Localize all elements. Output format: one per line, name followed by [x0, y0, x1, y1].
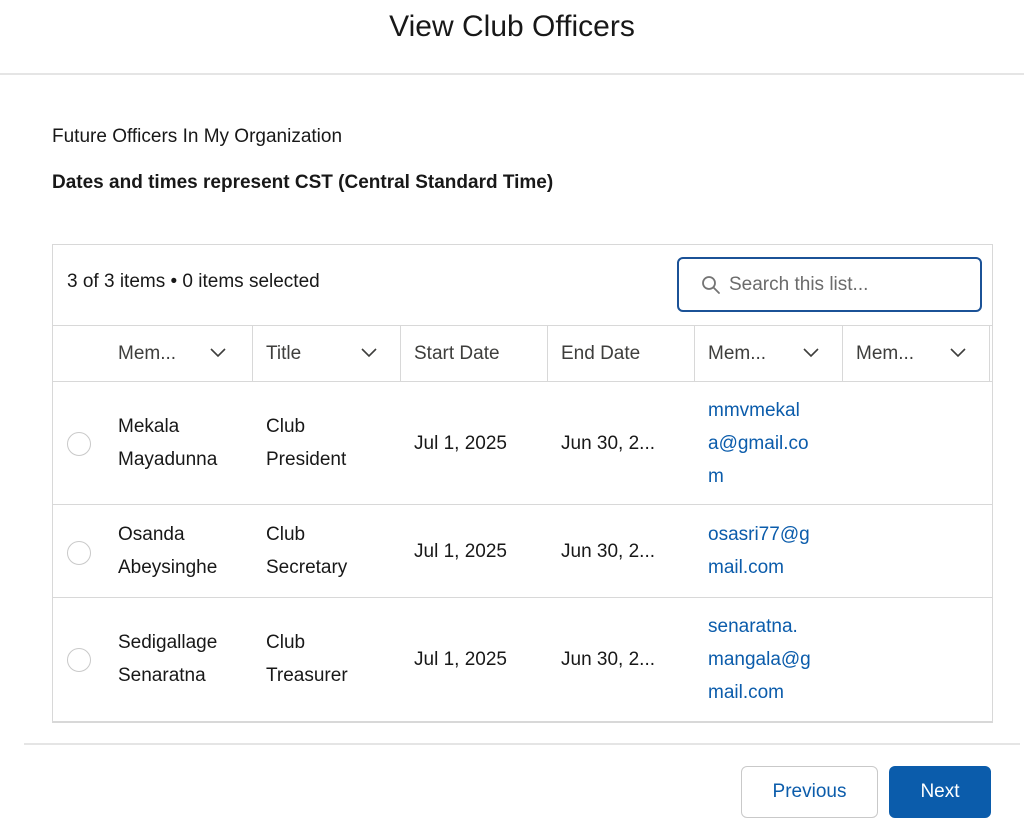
- column-divider: [989, 326, 990, 381]
- search-box[interactable]: [677, 257, 982, 312]
- list-subtitle: Future Officers In My Organization: [52, 126, 343, 147]
- column-header-member-extra[interactable]: Mem...: [843, 326, 989, 381]
- title-cell: Club Secretary: [266, 524, 348, 578]
- end-date-cell: Jun 30, 2...: [561, 433, 656, 454]
- end-date-cell: Jun 30, 2...: [561, 541, 656, 562]
- start-date-cell: Jul 1, 2025: [414, 649, 507, 670]
- column-header-member-email[interactable]: Mem...: [695, 326, 842, 381]
- row-select-radio[interactable]: [67, 541, 91, 565]
- item-count: 3 of 3 items • 0 items selected: [67, 271, 320, 292]
- next-button[interactable]: Next: [889, 766, 991, 818]
- chevron-down-icon[interactable]: [950, 348, 966, 358]
- column-header-start-date[interactable]: Start Date: [401, 326, 547, 381]
- column-header-end-date[interactable]: End Date: [548, 326, 694, 381]
- column-label: Mem...: [856, 343, 915, 364]
- member-email-link[interactable]: mmvmekal a@gmail.co m: [708, 394, 809, 493]
- column-header-member-name[interactable]: Mem...: [105, 326, 252, 381]
- start-date-cell: Jul 1, 2025: [414, 541, 507, 562]
- list-toolbar: 3 of 3 items • 0 items selected: [53, 245, 992, 325]
- timezone-note: Dates and times represent CST (Central S…: [52, 172, 554, 193]
- footer-divider: [24, 743, 1020, 745]
- column-label: Mem...: [118, 343, 177, 364]
- search-input[interactable]: [729, 273, 969, 296]
- page-title: View Club Officers: [389, 9, 635, 43]
- row-select-radio[interactable]: [67, 432, 91, 456]
- officers-list: 3 of 3 items • 0 items selected Mem... T…: [52, 244, 993, 723]
- previous-button[interactable]: Previous: [741, 766, 878, 818]
- chevron-down-icon[interactable]: [210, 348, 226, 358]
- column-label: End Date: [561, 343, 641, 364]
- table-row[interactable]: Osanda Abeysinghe Club Secretary Jul 1, …: [53, 505, 992, 598]
- start-date-cell: Jul 1, 2025: [414, 433, 507, 454]
- table-header: Mem... Title Start Date End Date Mem... …: [53, 325, 992, 382]
- member-email-link[interactable]: senaratna. mangala@g mail.com: [708, 610, 811, 709]
- search-icon: [702, 275, 720, 294]
- end-date-cell: Jun 30, 2...: [561, 649, 656, 670]
- member-email-link[interactable]: osasri77@g mail.com: [708, 518, 810, 584]
- member-name-cell: Osanda Abeysinghe: [118, 524, 218, 578]
- chevron-down-icon[interactable]: [803, 348, 819, 358]
- column-label: Title: [266, 343, 302, 364]
- column-label: Mem...: [708, 343, 767, 364]
- row-select-radio[interactable]: [67, 648, 91, 672]
- chevron-down-icon[interactable]: [361, 348, 377, 358]
- table-row[interactable]: Mekala Mayadunna Club President Jul 1, 2…: [53, 382, 992, 505]
- modal-header: View Club Officers: [0, 0, 1024, 75]
- title-cell: Club President: [266, 416, 347, 470]
- title-cell: Club Treasurer: [266, 632, 348, 686]
- column-header-title[interactable]: Title: [253, 326, 400, 381]
- member-name-cell: Sedigallage Senaratna: [118, 632, 218, 686]
- table-row[interactable]: Sedigallage Senaratna Club Treasurer Jul…: [53, 598, 992, 722]
- column-label: Start Date: [414, 343, 500, 364]
- member-name-cell: Mekala Mayadunna: [118, 416, 218, 470]
